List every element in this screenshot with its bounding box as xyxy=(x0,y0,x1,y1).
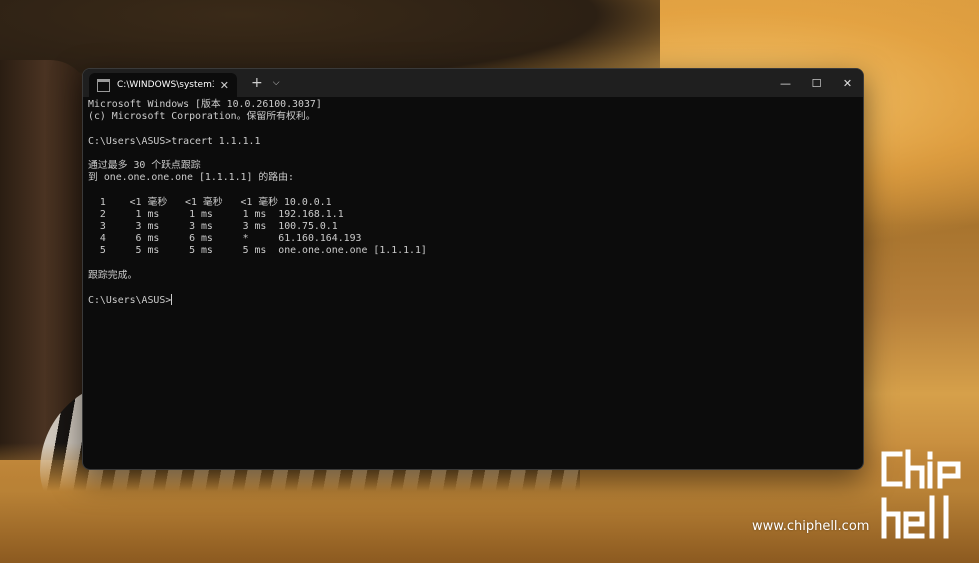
console-line: 4 6 ms 6 ms * 61.160.164.193 xyxy=(88,233,362,245)
console-line: 通过最多 30 个跃点跟踪 xyxy=(88,160,201,172)
text-cursor xyxy=(171,294,173,306)
console-icon xyxy=(97,78,110,92)
watermark-url: www.chiphell.com xyxy=(752,519,870,534)
console-line: C:\Users\ASUS>tracert 1.1.1.1 xyxy=(88,135,261,147)
tab-cmd[interactable]: C:\WINDOWS\system32\cmd.e ✕ xyxy=(89,73,237,97)
minimize-button[interactable]: — xyxy=(770,69,801,97)
console-output[interactable]: Microsoft Windows [版本 10.0.26100.3037] (… xyxy=(83,97,863,307)
console-line: 跟踪完成。 xyxy=(88,269,138,281)
console-line: 到 one.one.one.one [1.1.1.1] 的路由: xyxy=(88,172,294,184)
chevron-down-icon[interactable]: ⌵ xyxy=(273,78,280,88)
console-line: 3 3 ms 3 ms 3 ms 100.75.0.1 xyxy=(88,221,338,233)
title-bar[interactable]: C:\WINDOWS\system32\cmd.e ✕ + ⌵ — ☐ ✕ xyxy=(83,69,863,97)
cmd-window: C:\WINDOWS\system32\cmd.e ✕ + ⌵ — ☐ ✕ Mi… xyxy=(82,68,864,470)
new-tab-button[interactable]: + xyxy=(251,75,263,91)
console-line: (c) Microsoft Corporation。保留所有权利。 xyxy=(88,111,316,123)
close-tab-icon[interactable]: ✕ xyxy=(220,79,229,92)
console-line: Microsoft Windows [版本 10.0.26100.3037] xyxy=(88,99,322,110)
close-button[interactable]: ✕ xyxy=(832,69,863,97)
console-line: 1 <1 毫秒 <1 毫秒 <1 毫秒 10.0.0.1 xyxy=(88,196,332,208)
tab-title: C:\WINDOWS\system32\cmd.e xyxy=(117,80,214,90)
chiphell-logo xyxy=(878,448,968,552)
prompt: C:\Users\ASUS> xyxy=(88,295,172,307)
console-line: 2 1 ms 1 ms 1 ms 192.168.1.1 xyxy=(88,208,344,220)
maximize-button[interactable]: ☐ xyxy=(801,69,832,97)
console-line: 5 5 ms 5 ms 5 ms one.one.one.one [1.1.1.… xyxy=(88,245,427,257)
window-controls: — ☐ ✕ xyxy=(770,69,863,97)
